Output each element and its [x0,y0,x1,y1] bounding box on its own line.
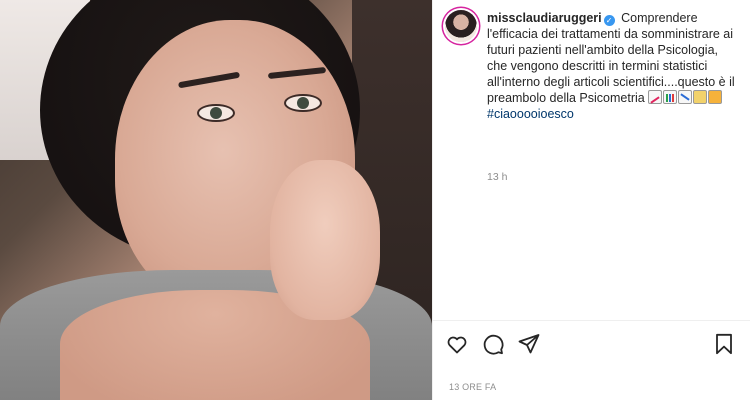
post-caption: missclaudiaruggeri ✓ Comprendere l'effica… [487,10,740,122]
bar-chart-emoji [663,90,678,104]
notebook-emoji [708,90,723,104]
username-link[interactable]: missclaudiaruggeri [487,11,602,25]
instagram-post: missclaudiaruggeri ✓ Comprendere l'effica… [0,0,750,400]
action-bar [445,332,738,358]
bookmark-icon[interactable] [712,332,738,358]
caption-row: missclaudiaruggeri ✓ Comprendere l'effica… [445,10,740,122]
comment-bubble-icon[interactable] [481,332,507,358]
divider [433,320,750,321]
hashtag-link[interactable]: #ciaooooioesco [487,107,574,121]
post-photo[interactable] [0,0,432,400]
paper-plane-icon[interactable] [517,332,543,358]
chart-increasing-emoji [648,90,663,104]
ledger-emoji [693,90,708,104]
heart-icon[interactable] [445,332,471,358]
avatar[interactable] [445,10,477,42]
photo-hand [270,160,380,320]
caption-time[interactable]: 13 h [487,171,507,183]
caption-emojis [648,90,723,105]
post-side-panel: missclaudiaruggeri ✓ Comprendere l'effica… [432,0,750,400]
chart-decreasing-emoji [678,90,693,104]
post-date[interactable]: 13 ORE FA [449,382,496,392]
photo-eye-right [284,94,322,112]
photo-eye-left [197,104,235,122]
verified-badge-icon: ✓ [603,15,615,26]
